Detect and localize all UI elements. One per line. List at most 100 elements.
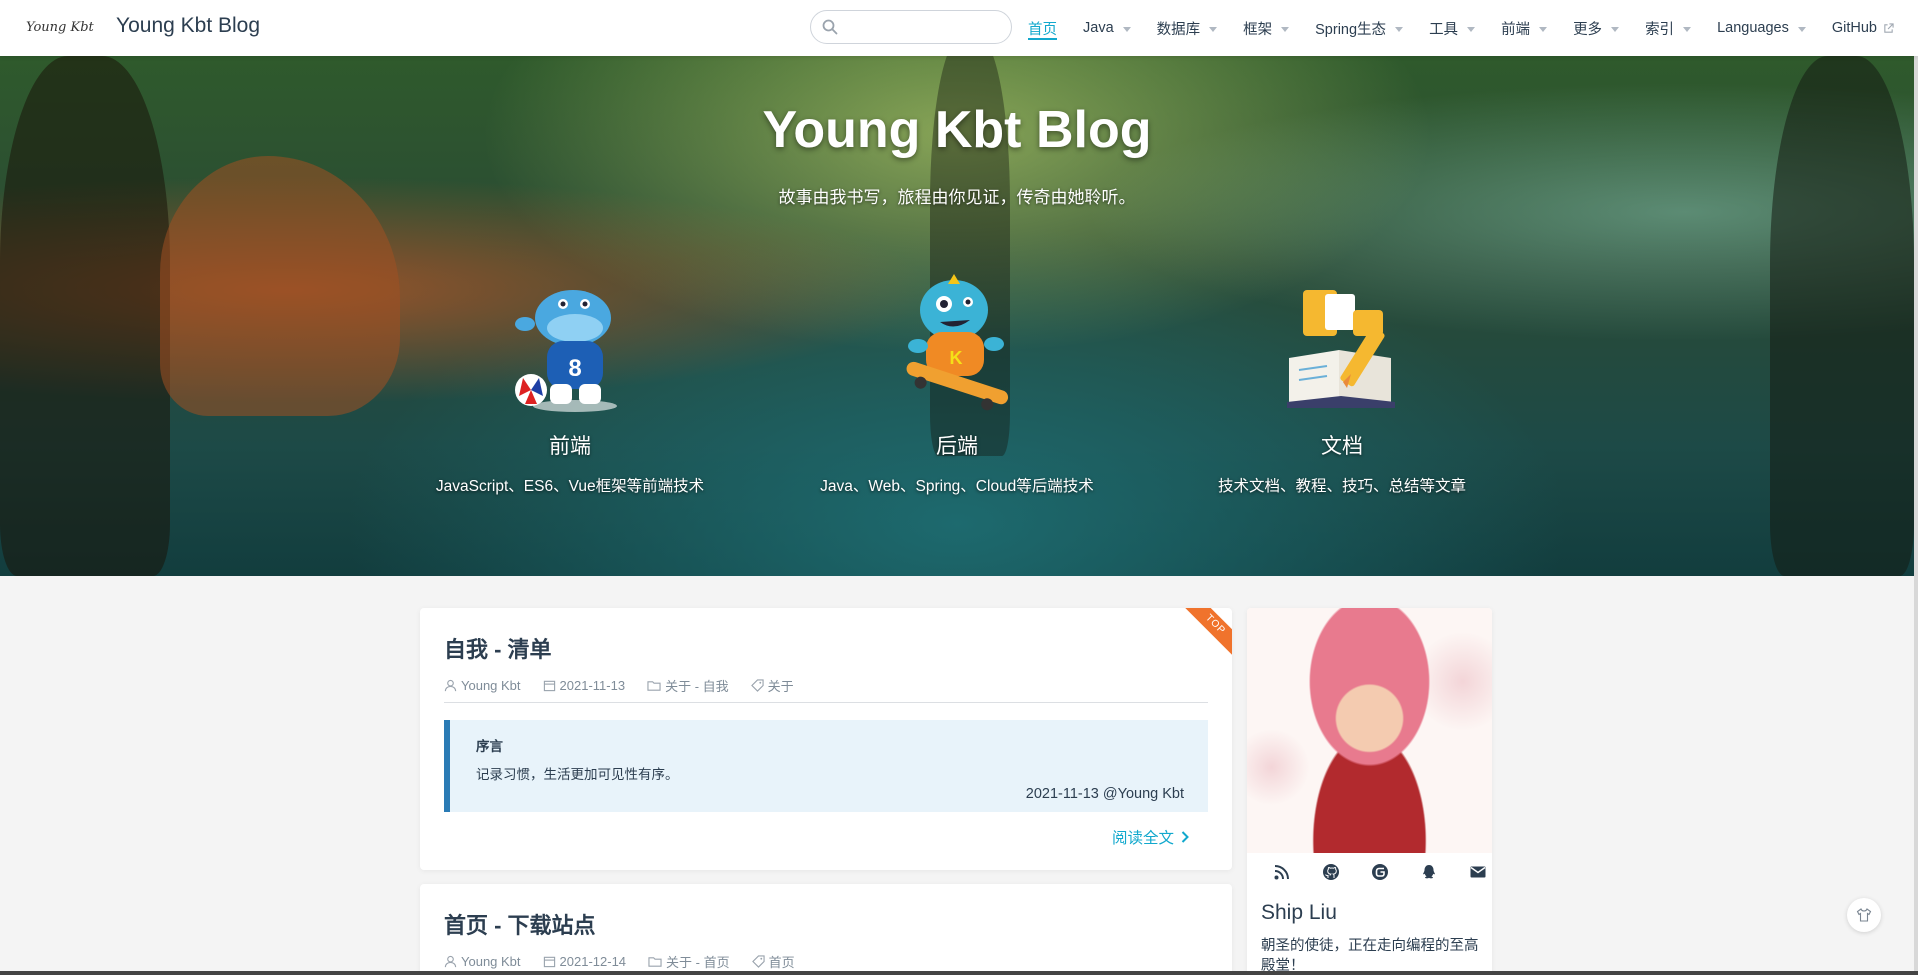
nav-item-framework[interactable]: 框架 [1243, 0, 1290, 56]
caret-down-icon [1467, 26, 1476, 32]
date-text: 2021-12-14 [559, 954, 627, 969]
hero-banner: Young Kbt Blog 故事由我书写，旅程由你见证，传奇由她聆听。 8 前… [0, 56, 1914, 576]
nav-item-label: Languages [1717, 20, 1789, 36]
sticky-top-badge: TOP [1183, 608, 1232, 657]
tag-icon [750, 679, 764, 692]
monster-skateboard-icon: K [882, 266, 1032, 416]
nav-item-more[interactable]: 更多 [1573, 0, 1620, 56]
book-pencil-icon [1267, 266, 1417, 416]
nav-item-tools[interactable]: 工具 [1429, 0, 1476, 56]
post-author[interactable]: Young Kbt [444, 954, 521, 969]
feature-title: 前端 [549, 435, 591, 458]
tip-title: 序言 [476, 739, 503, 754]
search-input[interactable] [810, 10, 1012, 44]
category-text: 关于 - 首页 [666, 955, 730, 970]
calendar-icon [543, 680, 555, 692]
nav-item-index[interactable]: 索引 [1645, 0, 1692, 56]
nav-item-database[interactable]: 数据库 [1157, 0, 1218, 56]
tag-text: 首页 [768, 955, 795, 970]
caret-down-icon [1611, 26, 1620, 32]
caret-down-icon [1281, 26, 1290, 32]
post-tag[interactable]: 首页 [751, 952, 795, 971]
social-links [1257, 863, 1492, 881]
rss-icon[interactable] [1257, 863, 1306, 881]
post-date: 2021-12-14 [543, 954, 627, 969]
blogger-name: Ship Liu [1261, 901, 1337, 924]
read-more-link[interactable]: 阅读全文 [1112, 826, 1192, 848]
nav-item-java[interactable]: Java [1083, 0, 1131, 56]
user-icon [444, 679, 457, 692]
page-scrollbar[interactable] [1914, 0, 1918, 975]
nav-item-spring[interactable]: Spring生态 [1315, 0, 1404, 56]
post-title[interactable]: 首页 - 下载站点 [444, 908, 596, 940]
nav-item-label: 数据库 [1156, 21, 1201, 38]
feature-description: Java、Web、Spring、Cloud等后端技术 [820, 478, 1094, 495]
tip-signature: 2021-11-13 @Young Kbt [1025, 786, 1184, 802]
post-card: 首页 - 下载站点 Young Kbt 2021-12-14 关于 - 首页 首… [420, 884, 1232, 975]
navbar: Young Kbt Young Kbt Blog 首页 Java 数据库 框架 … [0, 0, 1918, 56]
caret-down-icon [1209, 26, 1218, 32]
tip-text: 记录习惯，生活更加可见性有序。 [476, 767, 679, 782]
tag-text: 关于 [767, 679, 794, 694]
nav-item-label: 工具 [1429, 21, 1459, 38]
chevron-right-icon [1181, 831, 1189, 843]
nav-item-label: GitHub [1831, 20, 1877, 36]
nav-links: 首页 Java 数据库 框架 Spring生态 工具 前端 更多 索引 Lang… [1028, 0, 1918, 56]
external-link-icon [1884, 22, 1894, 33]
feature-frontend[interactable]: 8 前端 JavaScript、ES6、Vue框架等前端技术 [405, 266, 735, 496]
post-category[interactable]: 关于 - 首页 [648, 952, 730, 971]
post-card: TOP 自我 - 清单 Young Kbt 2021-11-13 关于 - 自我… [420, 608, 1232, 870]
hero-title: Young Kbt Blog [762, 101, 1152, 159]
search-icon [822, 19, 838, 35]
nav-item-label: 索引 [1645, 21, 1675, 38]
read-more-label: 阅读全文 [1111, 830, 1174, 847]
feature-title: 后端 [936, 435, 978, 458]
nav-item-label: Spring生态 [1315, 21, 1387, 38]
bottom-edge-bar [0, 971, 1918, 975]
hippo-football-icon: 8 [495, 266, 645, 416]
site-name[interactable]: Young Kbt Blog [116, 14, 260, 38]
caret-down-icon [1122, 26, 1131, 32]
nav-item-home[interactable]: 首页 [1028, 0, 1057, 56]
feature-docs[interactable]: 文档 技术文档、教程、技巧、总结等文章 [1177, 266, 1507, 496]
feature-description: JavaScript、ES6、Vue框架等前端技术 [435, 478, 705, 495]
date-text: 2021-11-13 [559, 678, 626, 693]
theme-mode-button[interactable] [1847, 898, 1881, 932]
post-title[interactable]: 自我 - 清单 [444, 632, 552, 664]
caret-down-icon [1395, 26, 1404, 32]
github-icon[interactable] [1306, 863, 1355, 881]
hero-description: 故事由我书写，旅程由你见证，传奇由她聆听。 [778, 188, 1136, 207]
post-category[interactable]: 关于 - 自我 [647, 676, 729, 695]
post-tag[interactable]: 关于 [750, 676, 794, 695]
post-meta: Young Kbt 2021-12-14 关于 - 首页 首页 [444, 952, 817, 971]
gitee-icon[interactable] [1355, 863, 1404, 881]
nav-item-github[interactable]: GitHub [1832, 0, 1894, 56]
nav-item-label: 前端 [1501, 21, 1531, 38]
blogger-card: Ship Liu 朝圣的使徒，正在走向编程的至高殿堂！ [1247, 608, 1492, 975]
folder-icon [647, 681, 661, 691]
author-name: Young Kbt [461, 678, 521, 693]
tip-block: 序言 记录习惯，生活更加可见性有序。 2021-11-13 @Young Kbt [444, 720, 1208, 812]
email-icon[interactable] [1453, 863, 1492, 881]
nav-item-label: 更多 [1573, 21, 1603, 38]
blogger-avatar [1247, 608, 1492, 853]
post-author[interactable]: Young Kbt [444, 678, 521, 693]
qq-icon[interactable] [1404, 863, 1453, 881]
folder-icon [648, 957, 662, 967]
shirt-icon [1856, 908, 1872, 922]
category-text: 关于 - 自我 [665, 679, 729, 694]
tag-icon [751, 955, 765, 968]
site-logo[interactable]: Young Kbt [26, 15, 102, 39]
post-date: 2021-11-13 [543, 678, 626, 693]
blogger-slogan: 朝圣的使徒，正在走向编程的至高殿堂！ [1261, 938, 1479, 974]
feature-backend[interactable]: K 后端 Java、Web、Spring、Cloud等后端技术 [792, 266, 1122, 496]
nav-item-languages[interactable]: Languages [1717, 0, 1806, 56]
nav-item-frontend[interactable]: 前端 [1501, 0, 1548, 56]
meta-divider [444, 702, 1208, 703]
post-meta: Young Kbt 2021-11-13 关于 - 自我 关于 [444, 676, 816, 695]
feature-title: 文档 [1321, 435, 1363, 458]
nav-item-label: 首页 [1028, 21, 1057, 38]
author-name: Young Kbt [461, 954, 521, 969]
logo-text: Young Kbt [26, 19, 94, 35]
caret-down-icon [1539, 26, 1548, 32]
